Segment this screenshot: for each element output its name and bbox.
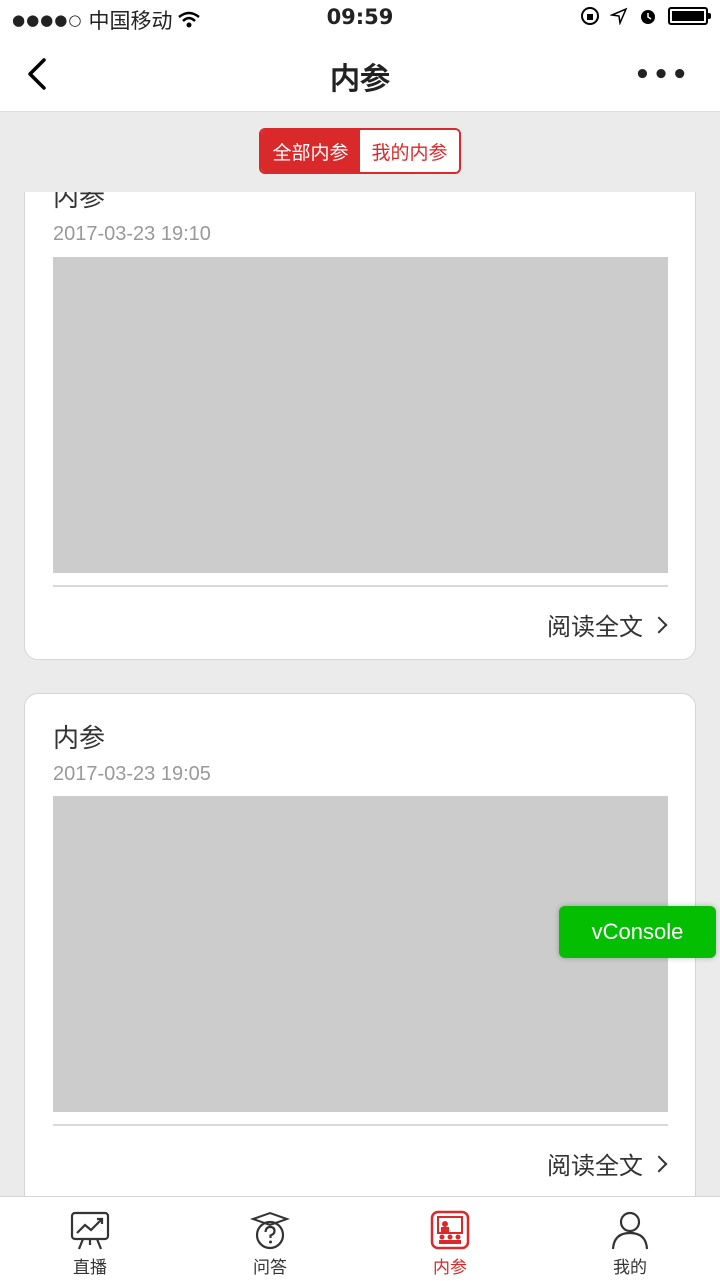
tab-label: 内参 xyxy=(433,1258,467,1278)
bottom-tab-bar: 直播 问答 内参 我的 xyxy=(0,1196,720,1281)
card-title: 内参 xyxy=(53,724,106,754)
person-icon xyxy=(611,1211,649,1250)
card-divider xyxy=(53,585,668,587)
tab-label: 我的 xyxy=(613,1258,647,1278)
read-full-label: 阅读全文 xyxy=(547,613,643,641)
graduation-question-icon xyxy=(249,1211,291,1250)
card-title: 内参 xyxy=(53,192,106,213)
classroom-icon xyxy=(430,1210,470,1250)
status-bar: ●●●●○ 中国移动 09:59 xyxy=(0,0,720,36)
read-full-link[interactable]: 阅读全文 xyxy=(547,607,668,642)
read-full-link[interactable]: 阅读全文 xyxy=(547,1146,668,1181)
page-title: 内参 xyxy=(330,62,390,97)
filter-segment: 全部内参 我的内参 xyxy=(259,128,461,174)
card-image-placeholder xyxy=(53,257,668,573)
tab-label: 直播 xyxy=(73,1258,107,1278)
tab-label: 问答 xyxy=(253,1258,287,1278)
tab-live[interactable]: 直播 xyxy=(0,1197,180,1281)
report-list[interactable]: 内参 2017-03-23 19:10 阅读全文 内参 2017-03-23 1… xyxy=(0,192,720,1196)
tab-all-reports[interactable]: 全部内参 xyxy=(261,130,360,172)
tab-qa[interactable]: 问答 xyxy=(180,1197,360,1281)
rotation-lock-icon xyxy=(581,7,599,25)
status-right xyxy=(580,6,711,26)
vconsole-button[interactable]: vConsole xyxy=(559,906,716,958)
card-divider xyxy=(53,1124,668,1126)
report-card[interactable]: 内参 2017-03-23 19:10 阅读全文 xyxy=(24,192,696,660)
chevron-right-icon xyxy=(650,616,668,633)
card-timestamp: 2017-03-23 19:05 xyxy=(53,763,211,785)
battery-icon xyxy=(668,7,711,25)
read-full-label: 阅读全文 xyxy=(547,1152,643,1180)
chevron-right-icon xyxy=(650,1155,668,1172)
card-timestamp: 2017-03-23 19:10 xyxy=(53,223,211,245)
tab-mine[interactable]: 我的 xyxy=(540,1197,720,1281)
navigation-bar: 内参 ••• xyxy=(0,36,720,112)
location-arrow-icon xyxy=(610,7,628,25)
tab-my-reports[interactable]: 我的内参 xyxy=(360,130,459,172)
more-options-icon[interactable]: ••• xyxy=(634,60,690,90)
tab-reports[interactable]: 内参 xyxy=(360,1197,540,1281)
alarm-icon xyxy=(641,10,655,24)
chart-board-icon xyxy=(70,1211,110,1250)
